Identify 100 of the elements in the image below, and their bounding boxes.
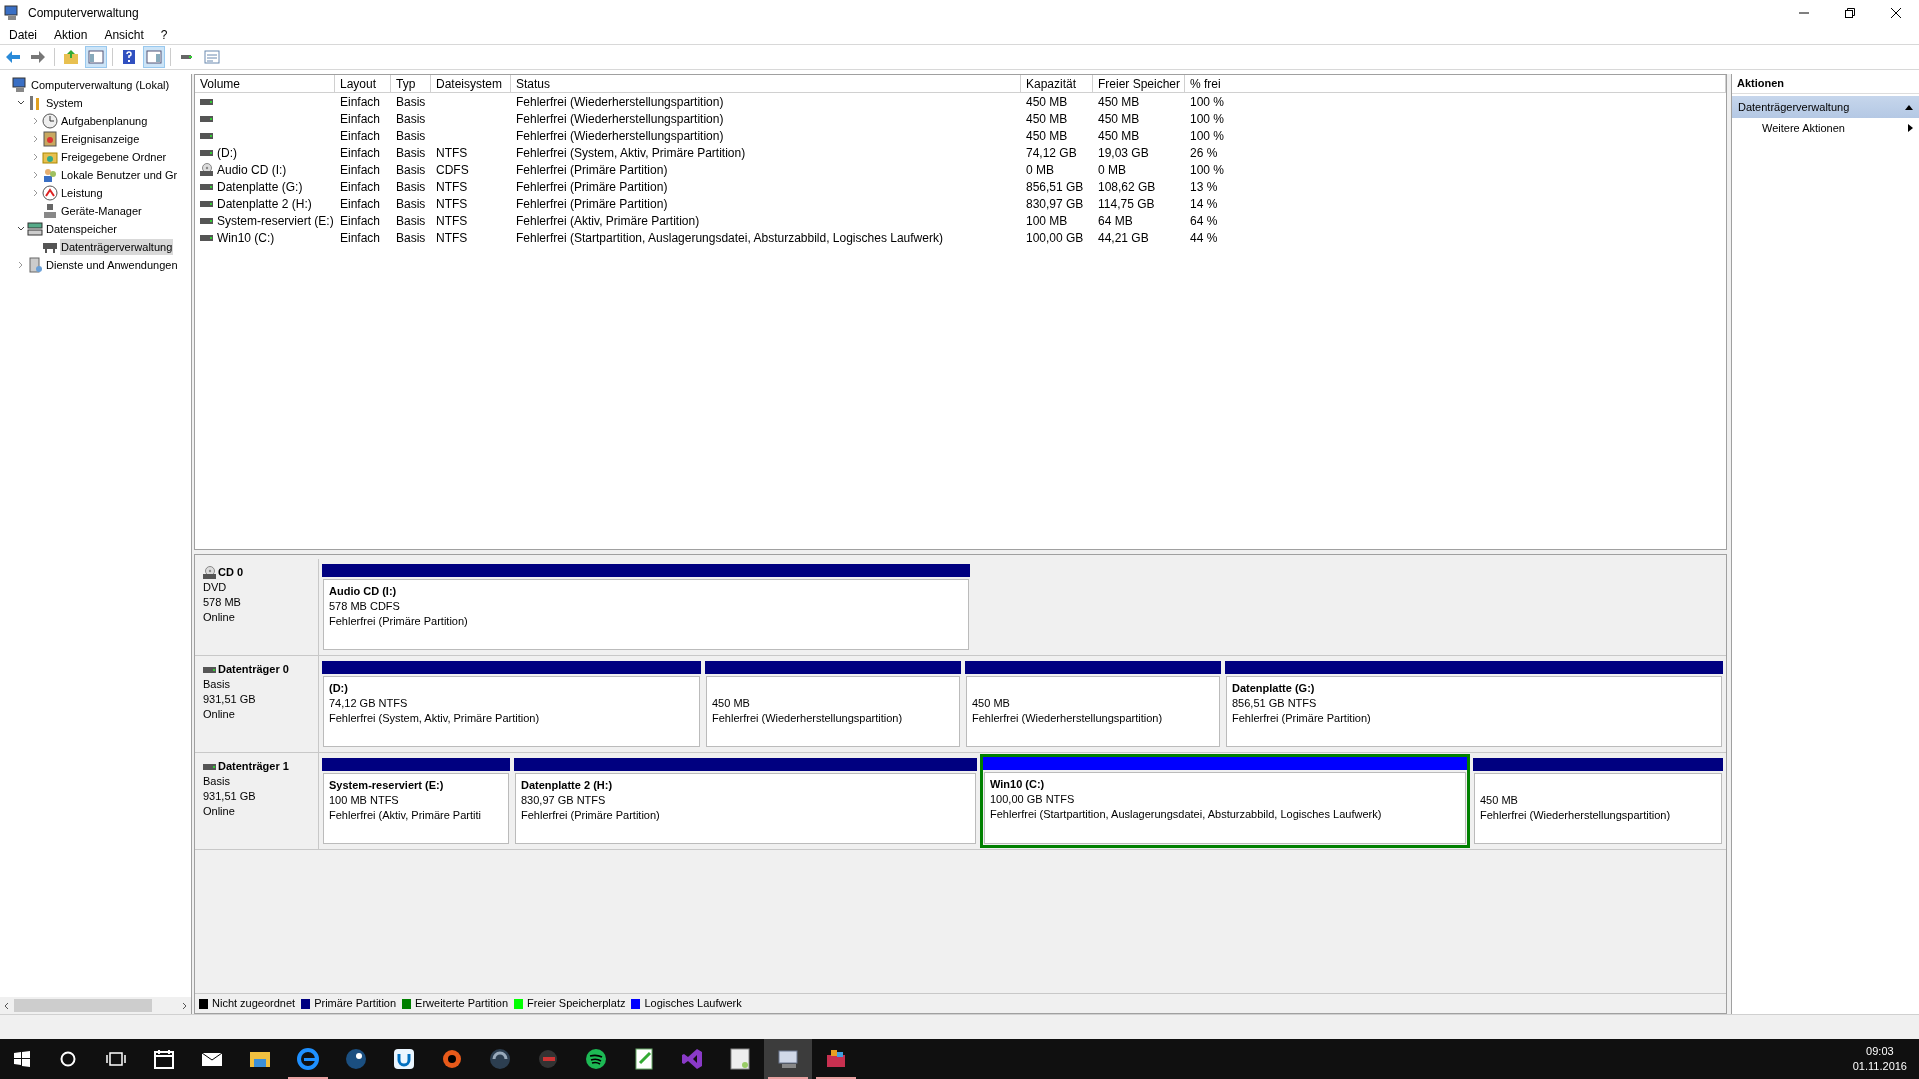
tree-item[interactable]: Geräte-Manager (60, 202, 143, 220)
table-cell-text: Basis (396, 161, 426, 179)
menu-item[interactable]: Aktion (54, 26, 88, 44)
drive-icon (200, 115, 213, 122)
expand-chevron-icon[interactable] (17, 261, 25, 269)
table-cell-text: Fehlerfrei (Primäre Partition) (516, 178, 668, 196)
table-cell-text: (D:) (217, 144, 237, 162)
disk-info: Online (203, 707, 236, 722)
horizontal-scrollbar[interactable] (0, 997, 191, 1014)
column-header[interactable]: Freier Speicher (1093, 75, 1185, 92)
drive-icon (200, 217, 213, 224)
column-header[interactable]: Typ (391, 75, 431, 92)
expand-chevron-icon[interactable] (32, 135, 40, 143)
clock-time[interactable]: 09:03 (1866, 1044, 1894, 1059)
tree-item[interactable]: Ereignisanzeige (60, 130, 141, 148)
clock-date[interactable]: 01.11.2016 (1852, 1059, 1907, 1074)
tree-item[interactable]: Aufgabenplanung (60, 112, 149, 130)
drive-icon (200, 132, 213, 139)
folder-up-icon (63, 49, 79, 65)
table-cell-text: Basis (396, 178, 426, 196)
partition-name: Datenplatte (G:) (1232, 681, 1316, 696)
table-cell-text: 0 MB (1098, 161, 1126, 179)
tree-item[interactable]: Datenspeicher (45, 220, 118, 238)
expand-chevron-icon[interactable] (32, 171, 40, 179)
properties-icon (204, 49, 220, 65)
partition-name: (D:) (329, 681, 349, 696)
performance-icon (42, 185, 58, 201)
back-arrow-icon (5, 49, 21, 65)
partition-size: 100 MB NTFS (329, 793, 400, 808)
table-cell-text: 114,75 GB (1098, 195, 1155, 213)
legend-label: Freier Speicherplatz (527, 996, 626, 1012)
collapse-chevron-icon[interactable] (17, 225, 25, 233)
table-cell-text: 0 MB (1026, 161, 1054, 179)
expand-chevron-icon[interactable] (32, 117, 40, 125)
table-cell-text: Fehlerfrei (Wiederherstellungspartition) (516, 93, 724, 111)
table-cell-text: 856,51 GB (1026, 178, 1084, 196)
expand-chevron-icon[interactable] (32, 153, 40, 161)
table-cell-text: 830,97 GB (1026, 195, 1084, 213)
table-cell-text: 19,03 GB (1098, 144, 1149, 162)
game-launcher-icon (392, 1047, 416, 1071)
tree-item[interactable]: Freigegebene Ordner (60, 148, 168, 166)
computer-management-taskbar-button[interactable] (764, 1039, 812, 1079)
table-cell-text: Audio CD (I:) (217, 161, 287, 179)
close-icon (1891, 8, 1901, 18)
table-cell-text: Win10 (C:) (217, 229, 275, 247)
partition-name: System-reserviert (E:) (329, 778, 445, 793)
table-cell-text: 44,21 GB (1098, 229, 1149, 247)
column-header[interactable]: Layout (335, 75, 391, 92)
tree-item[interactable]: Computerverwaltung (Lokal) (30, 76, 171, 94)
actions-header: Aktionen (1732, 74, 1919, 94)
window-title: Computerverwaltung (28, 5, 139, 22)
users-icon (42, 167, 58, 183)
table-cell-text: Datenplatte 2 (H:) (217, 195, 312, 213)
partition-size: 578 MB CDFS (329, 599, 401, 614)
tree-pane-button[interactable] (85, 46, 107, 68)
table-cell-text: 74,12 GB (1026, 144, 1077, 162)
table-cell-text: Basis (396, 127, 426, 145)
tree-item[interactable]: Lokale Benutzer und Gr (60, 166, 179, 184)
table-cell-text: 450 MB (1026, 110, 1068, 128)
column-header[interactable]: Kapazität (1021, 75, 1093, 92)
action-label: Weitere Aktionen (1762, 120, 1846, 136)
menu-item[interactable]: ? (160, 26, 168, 44)
document-icon (728, 1047, 752, 1071)
cd-drive-icon (200, 163, 213, 176)
partition-name: Datenplatte 2 (H:) (521, 778, 614, 793)
column-header[interactable]: Status (511, 75, 1021, 92)
expand-chevron-icon[interactable] (32, 189, 40, 197)
table-cell-text: Basis (396, 110, 426, 128)
actions-section[interactable]: Datenträgerverwaltung (1732, 96, 1919, 118)
tree-item[interactable]: Dienste und Anwendungen (45, 256, 179, 274)
action-item[interactable]: Weitere Aktionen (1732, 118, 1919, 138)
drive-icon (200, 234, 213, 241)
disk-info: Basis (203, 774, 231, 789)
collapse-chevron-icon[interactable] (17, 99, 25, 107)
computer-icon (12, 77, 28, 93)
table-cell-text: 450 MB (1098, 110, 1140, 128)
partition-block[interactable]: Win10 (C:) 100,00 GB NTFS Fehlerfrei (Startpartition, Auslagerungsdatei, Absturzabbild, Logisches Laufwerk) (980, 754, 1470, 848)
collapse-triangle-icon[interactable] (1905, 104, 1913, 110)
drive-icon (203, 763, 216, 770)
tree-item[interactable]: Leistung (60, 184, 104, 202)
table-cell-text: 450 MB (1026, 127, 1068, 145)
menu-item[interactable]: Datei (9, 26, 37, 44)
partition-status: Fehlerfrei (Wiederherstellungspartition) (712, 711, 904, 726)
column-header[interactable]: % frei (1185, 75, 1726, 92)
action-pane-icon (146, 49, 162, 65)
column-header[interactable]: Dateisystem (431, 75, 511, 92)
legend-label: Logisches Laufwerk (644, 996, 742, 1012)
partition-size: 450 MB (712, 696, 751, 711)
table-cell-text: Einfach (340, 110, 381, 128)
table-cell-text: 450 MB (1098, 93, 1140, 111)
table-cell-text: System-reserviert (E:) (217, 212, 334, 230)
table-cell-text: 64 MB (1098, 212, 1133, 230)
tree-item[interactable]: System (45, 94, 84, 112)
music-player-icon (584, 1047, 608, 1071)
column-header[interactable]: Volume (195, 75, 335, 92)
menu-item[interactable]: Ansicht (104, 26, 144, 44)
disk-info: 578 MB (203, 595, 242, 610)
table-cell-text: Basis (396, 93, 426, 111)
tree-item[interactable]: Datenträgerverwaltung (60, 238, 174, 256)
partition-size: 100,00 GB NTFS (990, 792, 1076, 807)
